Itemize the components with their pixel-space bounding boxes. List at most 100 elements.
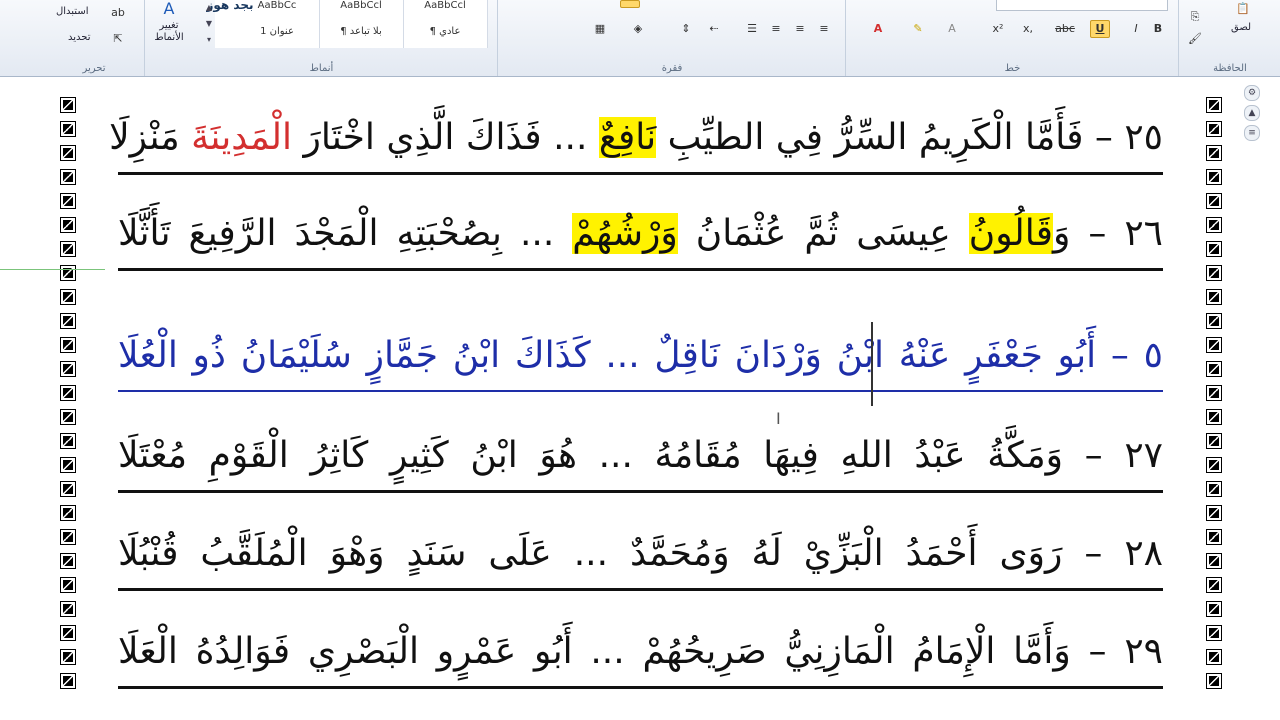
highlighted-word: قَالُونُ [968, 213, 1053, 254]
style-normal[interactable]: AaBbCcl ¶ عادي [403, 0, 488, 48]
gutter-mark-icon [1206, 217, 1222, 233]
gutter-mark-icon [1206, 121, 1222, 137]
bold-button[interactable]: B [1148, 20, 1168, 38]
left-gutter-marks [60, 97, 78, 697]
italic-button[interactable]: I [1126, 20, 1146, 38]
verse-underline [118, 490, 1163, 493]
red-word: الْمَدِينَةَ [191, 117, 292, 158]
verse-text: – فَأَمَّا الْكَرِيمُ السِّرُّ فِي الطيِ… [656, 117, 1113, 158]
gutter-mark-icon [60, 313, 76, 329]
gutter-mark-icon [60, 241, 76, 257]
scroll-up-icon[interactable]: ▲ [1244, 105, 1260, 121]
gutter-mark-icon [60, 169, 76, 185]
gutter-mark-icon [1206, 529, 1222, 545]
gutter-mark-icon [1206, 169, 1222, 185]
verse-underline [118, 390, 1163, 392]
verse-underline [118, 268, 1163, 271]
verse-line[interactable]: ٢٧ – وَمَكَّةُ عَبْدُ اللهِ فِيهَا مُقَا… [118, 426, 1163, 486]
gutter-mark-icon [60, 361, 76, 377]
scroll-thumb[interactable]: ≡ [1244, 125, 1260, 141]
highlight-color-icon[interactable]: ✎ [908, 20, 928, 38]
gutter-mark-icon [1206, 145, 1222, 161]
verse-text: – أَبُو جَعْفَرٍ عَنْهُ ابْنُ وَرْدَانَ … [118, 335, 1129, 376]
verse-line[interactable]: ٢٩ – وَأَمَّا الْإِمَامُ الْمَازِنِيُّ ص… [118, 622, 1163, 682]
gutter-mark-icon [60, 553, 76, 569]
select-icon[interactable]: ⇱ [108, 30, 128, 48]
verse-text: ... بِصُحْبَتِهِ الْمَجْدَ الرَّفِيعَ تَ… [118, 213, 573, 254]
style-title[interactable]: بجد هوز [206, 0, 254, 48]
verse-line[interactable]: ٢٨ – رَوَى أَحْمَدُ الْبَزِّيْ لَهُ وَمُ… [118, 524, 1163, 584]
paste-icon[interactable]: 📋 [1227, 0, 1259, 22]
gutter-mark-icon [1206, 313, 1222, 329]
superscript-button[interactable]: x² [988, 20, 1008, 38]
style-heading-1-name: عنوان 1 [260, 26, 294, 37]
gutter-mark-icon [60, 337, 76, 353]
verse-text: ... فَذَاكَ الَّذِي اخْتَارَ [292, 117, 599, 158]
styles-scroll-up-icon[interactable]: ▲ [203, 2, 215, 14]
gutter-mark-icon [60, 265, 76, 281]
gutter-mark-icon [1206, 553, 1222, 569]
replace-button[interactable]: استبدال [56, 6, 89, 17]
select-button[interactable]: تحديد [68, 32, 91, 43]
line-spacing-icon[interactable]: ⇕ [676, 20, 696, 38]
verse-line[interactable]: ٥ – أَبُو جَعْفَرٍ عَنْهُ ابْنُ وَرْدَان… [118, 326, 1163, 386]
gutter-mark-icon [1206, 601, 1222, 617]
text-effects-icon[interactable]: A [942, 20, 962, 38]
paragraph-group-label: فقرة [661, 63, 683, 74]
align-left-icon[interactable]: ≡ [766, 20, 786, 38]
paragraph-group: ≡ ≡ ≡ ☰ ⇠ ⇕ ◈ ▦ فقرة [497, 0, 846, 76]
format-painter-icon[interactable]: 🖌 [1185, 30, 1205, 48]
change-styles-button[interactable]: تغيير الأنماط [149, 20, 189, 44]
gutter-mark-icon [1206, 625, 1222, 641]
gutter-mark-icon [1206, 577, 1222, 593]
gutter-mark-icon [60, 409, 76, 425]
verse-line[interactable]: ٢٥ – فَأَمَّا الْكَرِيمُ السِّرُّ فِي ال… [109, 108, 1163, 168]
verse-number: ٢٧ [1102, 435, 1163, 476]
subscript-button[interactable]: x, [1018, 20, 1038, 38]
styles-more-icon[interactable]: ▾ [203, 34, 215, 46]
gutter-mark-icon [60, 505, 76, 521]
justify-icon[interactable]: ☰ [742, 20, 762, 38]
gutter-mark-icon [1206, 193, 1222, 209]
styles-scroll-down-icon[interactable]: ▼ [203, 18, 215, 30]
align-right-icon[interactable]: ≡ [814, 20, 834, 38]
font-name-dropdown[interactable] [996, 0, 1168, 11]
view-ruler-icon[interactable]: ⚙ [1244, 85, 1260, 101]
font-color-icon[interactable]: A [868, 20, 888, 38]
mouse-ibeam-icon: I [776, 409, 781, 428]
borders-icon[interactable]: ▦ [590, 20, 610, 38]
copy-icon[interactable]: ⎘ [1185, 8, 1205, 26]
paste-button[interactable]: لصق [1231, 22, 1251, 33]
style-no-spacing[interactable]: AaBbCcl ¶ بلا تباعد [319, 0, 404, 48]
show-marks-button[interactable] [620, 0, 640, 8]
verse-line[interactable]: ٢٦ – وَقَالُونُ عِيسَى ثُمَّ عُثْمَانُ و… [118, 204, 1163, 264]
ruler-view-buttons: ⚙ ▲ ≡ [1244, 85, 1260, 165]
verse-text: – رَوَى أَحْمَدُ الْبَزِّيْ لَهُ وَمُحَم… [118, 533, 1103, 574]
gutter-mark-icon [1206, 241, 1222, 257]
gutter-mark-icon [1206, 433, 1222, 449]
style-normal-sample: AaBbCcl [424, 0, 466, 11]
replace-icon[interactable]: ab [108, 4, 128, 22]
gutter-mark-icon [1206, 457, 1222, 473]
style-no-spacing-name: ¶ بلا تباعد [340, 26, 382, 37]
change-styles-icon[interactable]: A [159, 0, 179, 18]
gutter-mark-icon [1206, 289, 1222, 305]
gutter-mark-icon [1206, 673, 1222, 689]
gutter-mark-icon [1206, 385, 1222, 401]
right-gutter-marks [1206, 97, 1224, 697]
clipboard-group-label: الحافظة [1213, 63, 1247, 74]
rtl-direction-icon[interactable]: ⇠ [704, 20, 724, 38]
gutter-mark-icon [1206, 649, 1222, 665]
styles-group: AaBbCcl ¶ عادي AaBbCcl ¶ بلا تباعد AaBbC… [144, 0, 498, 76]
shading-icon[interactable]: ◈ [628, 20, 648, 38]
underline-button[interactable]: U [1090, 20, 1110, 38]
verse-underline [118, 686, 1163, 689]
strikethrough-button[interactable]: abc [1052, 20, 1078, 38]
text-cursor [871, 322, 873, 406]
verse-text: مَنْزِلَا [109, 117, 192, 158]
align-center-icon[interactable]: ≡ [790, 20, 810, 38]
verse-text: – وَ [1052, 213, 1107, 254]
highlighted-word: وَرْشُهُمْ [572, 213, 678, 254]
gutter-mark-icon [60, 529, 76, 545]
gutter-mark-icon [1206, 481, 1222, 497]
